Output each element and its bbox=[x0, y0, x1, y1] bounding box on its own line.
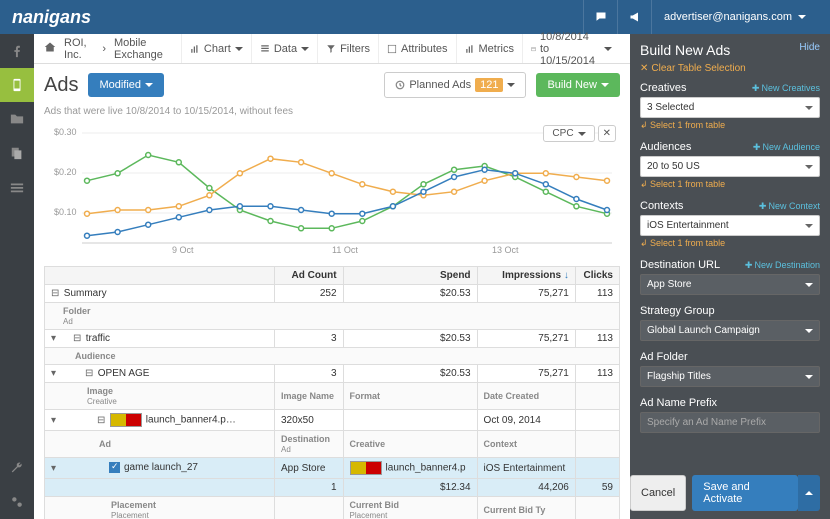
line-chart: $0.30 $0.20 $0.10 9 Oct 11 Oct 13 Oct bbox=[44, 123, 620, 253]
rail-wrench-icon[interactable] bbox=[0, 451, 34, 485]
breadcrumb-exchange[interactable]: Mobile Exchange bbox=[114, 37, 173, 61]
brand-logo: nanigans bbox=[12, 7, 583, 28]
new-destination-link[interactable]: ✚ New Destination bbox=[745, 260, 820, 271]
contexts-select[interactable]: iOS Entertainment bbox=[640, 215, 820, 236]
toolbar-filters[interactable]: Filters bbox=[317, 34, 378, 63]
toolbar-daterange[interactable]: 10/8/2014 to 10/15/2014 bbox=[522, 34, 620, 63]
page-title: Ads bbox=[44, 74, 78, 97]
user-menu[interactable]: advertiser@nanigans.com bbox=[651, 0, 818, 34]
row-traffic[interactable]: ▾⊟ traffic 3$20.5375,271113 bbox=[45, 330, 620, 348]
svg-text:$0.20: $0.20 bbox=[54, 167, 77, 177]
ad-name-prefix-input[interactable] bbox=[640, 412, 820, 433]
toolbar-chart[interactable]: Chart bbox=[181, 34, 251, 63]
home-icon[interactable] bbox=[44, 41, 56, 56]
new-creatives-link[interactable]: ✚ New Creatives bbox=[752, 83, 820, 94]
svg-text:$0.10: $0.10 bbox=[54, 207, 77, 217]
left-rail bbox=[0, 34, 34, 519]
planned-ads-button[interactable]: Planned Ads 121 bbox=[384, 72, 526, 98]
build-new-button[interactable]: Build New bbox=[536, 73, 620, 97]
col-clicks[interactable]: Clicks bbox=[575, 267, 619, 285]
row-checkbox[interactable] bbox=[109, 462, 120, 473]
row-banner[interactable]: ▾⊟ launch_banner4.p… 320x50Oct 09, 2014 bbox=[45, 410, 620, 431]
rail-mobile-icon[interactable] bbox=[0, 68, 34, 102]
save-activate-button[interactable]: Save and Activate bbox=[692, 475, 798, 511]
col-ad-count[interactable]: Ad Count bbox=[275, 267, 344, 285]
clear-selection-link[interactable]: ✕Clear Table Selection bbox=[640, 63, 746, 74]
collapse-icon[interactable]: ⊟ bbox=[73, 333, 83, 344]
rail-facebook-icon[interactable] bbox=[0, 34, 34, 68]
planned-count-badge: 121 bbox=[475, 78, 503, 92]
chart-metric-button[interactable]: CPC bbox=[543, 125, 594, 142]
toolbar-metrics[interactable]: Metrics bbox=[456, 34, 522, 63]
select-note[interactable]: ↲ Select 1 from table bbox=[640, 120, 820, 131]
col-impressions[interactable]: Impressions ↓ bbox=[477, 267, 575, 285]
col-spend[interactable]: Spend bbox=[343, 267, 477, 285]
cancel-button[interactable]: Cancel bbox=[630, 475, 686, 511]
page-subtext: Ads that were live 10/8/2014 to 10/15/20… bbox=[34, 106, 630, 123]
destination-select[interactable]: App Store bbox=[640, 274, 820, 295]
toolbar-data[interactable]: Data bbox=[251, 34, 317, 63]
creative-thumbnail bbox=[110, 413, 142, 427]
breadcrumb-org[interactable]: ROI, Inc. bbox=[64, 37, 94, 61]
svg-text:13 Oct: 13 Oct bbox=[492, 245, 519, 253]
rail-stack-icon[interactable] bbox=[0, 170, 34, 204]
chart-close-icon[interactable]: ✕ bbox=[598, 125, 616, 142]
user-email: advertiser@nanigans.com bbox=[664, 11, 792, 23]
collapse-icon[interactable]: ⊟ bbox=[51, 288, 61, 299]
row-open-age[interactable]: ▾⊟ OPEN AGE 3$20.5375,271113 bbox=[45, 365, 620, 383]
save-split-button[interactable] bbox=[798, 475, 820, 511]
rail-copy-icon[interactable] bbox=[0, 136, 34, 170]
svg-text:9 Oct: 9 Oct bbox=[172, 245, 194, 253]
row-summary[interactable]: ⊟ Summary 252$20.5375,271113 bbox=[45, 285, 620, 303]
build-panel: Build New Ads Hide ✕Clear Table Selection… bbox=[630, 34, 830, 519]
hide-panel-link[interactable]: Hide bbox=[799, 42, 820, 58]
rail-folder-icon[interactable] bbox=[0, 102, 34, 136]
new-context-link[interactable]: ✚ New Context bbox=[759, 201, 820, 212]
collapse-icon[interactable]: ⊟ bbox=[85, 368, 95, 379]
toolbar-attributes[interactable]: Attributes bbox=[378, 34, 455, 63]
chat-icon[interactable] bbox=[583, 0, 617, 34]
svg-text:11 Oct: 11 Oct bbox=[332, 245, 358, 253]
strategy-select[interactable]: Global Launch Campaign bbox=[640, 320, 820, 341]
row-ad[interactable]: ▾game launch_27 App Storelaunch_banner4.… bbox=[45, 458, 620, 479]
announcement-icon[interactable] bbox=[617, 0, 651, 34]
build-title: Build New Ads bbox=[640, 42, 730, 58]
audiences-select[interactable]: 20 to 50 US bbox=[640, 156, 820, 177]
svg-text:$0.30: $0.30 bbox=[54, 127, 77, 137]
modified-button[interactable]: Modified bbox=[88, 73, 164, 97]
rail-settings-icon[interactable] bbox=[0, 485, 34, 519]
data-grid: Ad Count Spend Impressions ↓ Clicks ⊟ Su… bbox=[44, 266, 620, 519]
new-audience-link[interactable]: ✚ New Audience bbox=[753, 142, 820, 153]
folder-select[interactable]: Flagship Titles bbox=[640, 366, 820, 387]
creatives-select[interactable]: 3 Selected bbox=[640, 97, 820, 118]
